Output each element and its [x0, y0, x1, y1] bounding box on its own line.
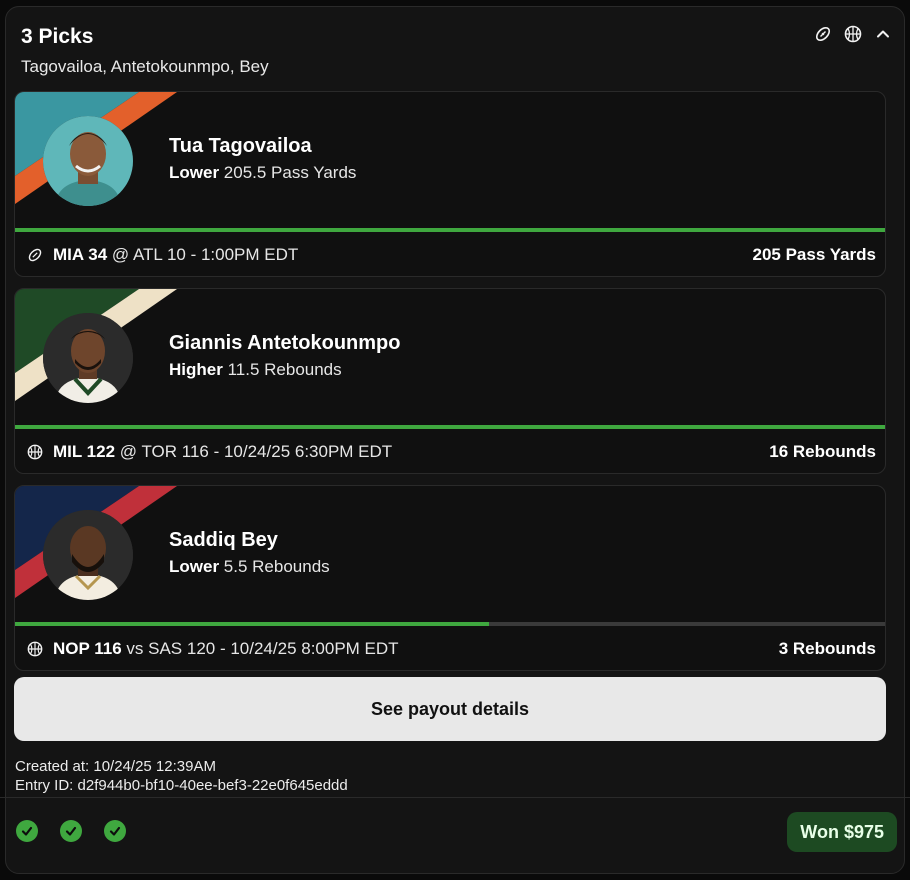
game-info: NOP 116 vs SAS 120 - 10/24/25 8:00PM EDT: [53, 639, 399, 659]
won-badge: Won $975: [787, 812, 897, 852]
check-icon: [16, 820, 38, 842]
pick-line: Lower 205.5 Pass Yards: [169, 163, 356, 183]
team-score: NOP 116: [53, 639, 122, 658]
stat-result: 16 Rebounds: [769, 442, 876, 461]
pick-line: Lower 5.5 Rebounds: [169, 557, 330, 577]
result-checks: [16, 820, 126, 842]
player-avatar: [43, 313, 133, 403]
pick-card-tagovailoa[interactable]: Tua Tagovailoa Lower 205.5 Pass Yards MI…: [14, 91, 886, 277]
matchup: @ TOR 116 - 10/24/25 6:30PM EDT: [115, 442, 393, 461]
player-name: Giannis Antetokounmpo: [169, 332, 401, 354]
pick-card-antetokounmpo[interactable]: Giannis Antetokounmpo Higher 11.5 Reboun…: [14, 288, 886, 474]
check-icon: [60, 820, 82, 842]
header-icons: [814, 25, 892, 43]
game-row: MIL 122 @ TOR 116 - 10/24/25 6:30PM EDT …: [15, 429, 885, 473]
basketball-icon: [27, 444, 43, 460]
pick-direction: Higher: [169, 360, 223, 379]
pick-card-bey[interactable]: Saddiq Bey Lower 5.5 Rebounds NOP 116 vs…: [14, 485, 886, 671]
chevron-up-icon[interactable]: [874, 25, 892, 43]
player-avatar: [43, 510, 133, 600]
stat-result: 205 Pass Yards: [752, 245, 876, 264]
entry-title: 3 Picks: [21, 25, 94, 48]
stat-result: 3 Rebounds: [778, 639, 876, 658]
pick-stat-line: 205.5 Pass Yards: [223, 163, 357, 182]
pick-stat-line: 11.5 Rebounds: [227, 360, 342, 379]
matchup: vs SAS 120 - 10/24/25 8:00PM EDT: [121, 639, 399, 658]
pick-stat-line: 5.5 Rebounds: [223, 557, 330, 576]
team-score: MIL 122: [53, 442, 116, 461]
game-row: NOP 116 vs SAS 120 - 10/24/25 8:00PM EDT…: [15, 626, 885, 670]
game-info: MIA 34 @ ATL 10 - 1:00PM EDT: [53, 245, 298, 265]
football-icon: [27, 247, 43, 263]
football-icon: [814, 25, 832, 43]
matchup: @ ATL 10 - 1:00PM EDT: [107, 245, 299, 264]
game-row: MIA 34 @ ATL 10 - 1:00PM EDT 205 Pass Ya…: [15, 232, 885, 276]
team-score: MIA 34: [53, 245, 108, 264]
player-name: Saddiq Bey: [169, 529, 278, 551]
basketball-icon: [844, 25, 862, 43]
game-info: MIL 122 @ TOR 116 - 10/24/25 6:30PM EDT: [53, 442, 392, 462]
pick-direction: Lower: [169, 163, 220, 182]
see-payout-details-button[interactable]: See payout details: [14, 677, 886, 741]
basketball-icon: [27, 641, 43, 657]
entry-id: Entry ID: d2f944b0-bf10-40ee-bef3-22e0f6…: [15, 777, 348, 794]
check-icon: [104, 820, 126, 842]
pick-direction: Lower: [169, 557, 220, 576]
entry-subtitle: Tagovailoa, Antetokounmpo, Bey: [21, 57, 269, 76]
created-at: Created at: 10/24/25 12:39AM: [15, 758, 216, 775]
player-avatar: [43, 116, 133, 206]
divider: [0, 797, 910, 798]
player-name: Tua Tagovailoa: [169, 135, 312, 157]
pick-line: Higher 11.5 Rebounds: [169, 360, 342, 380]
